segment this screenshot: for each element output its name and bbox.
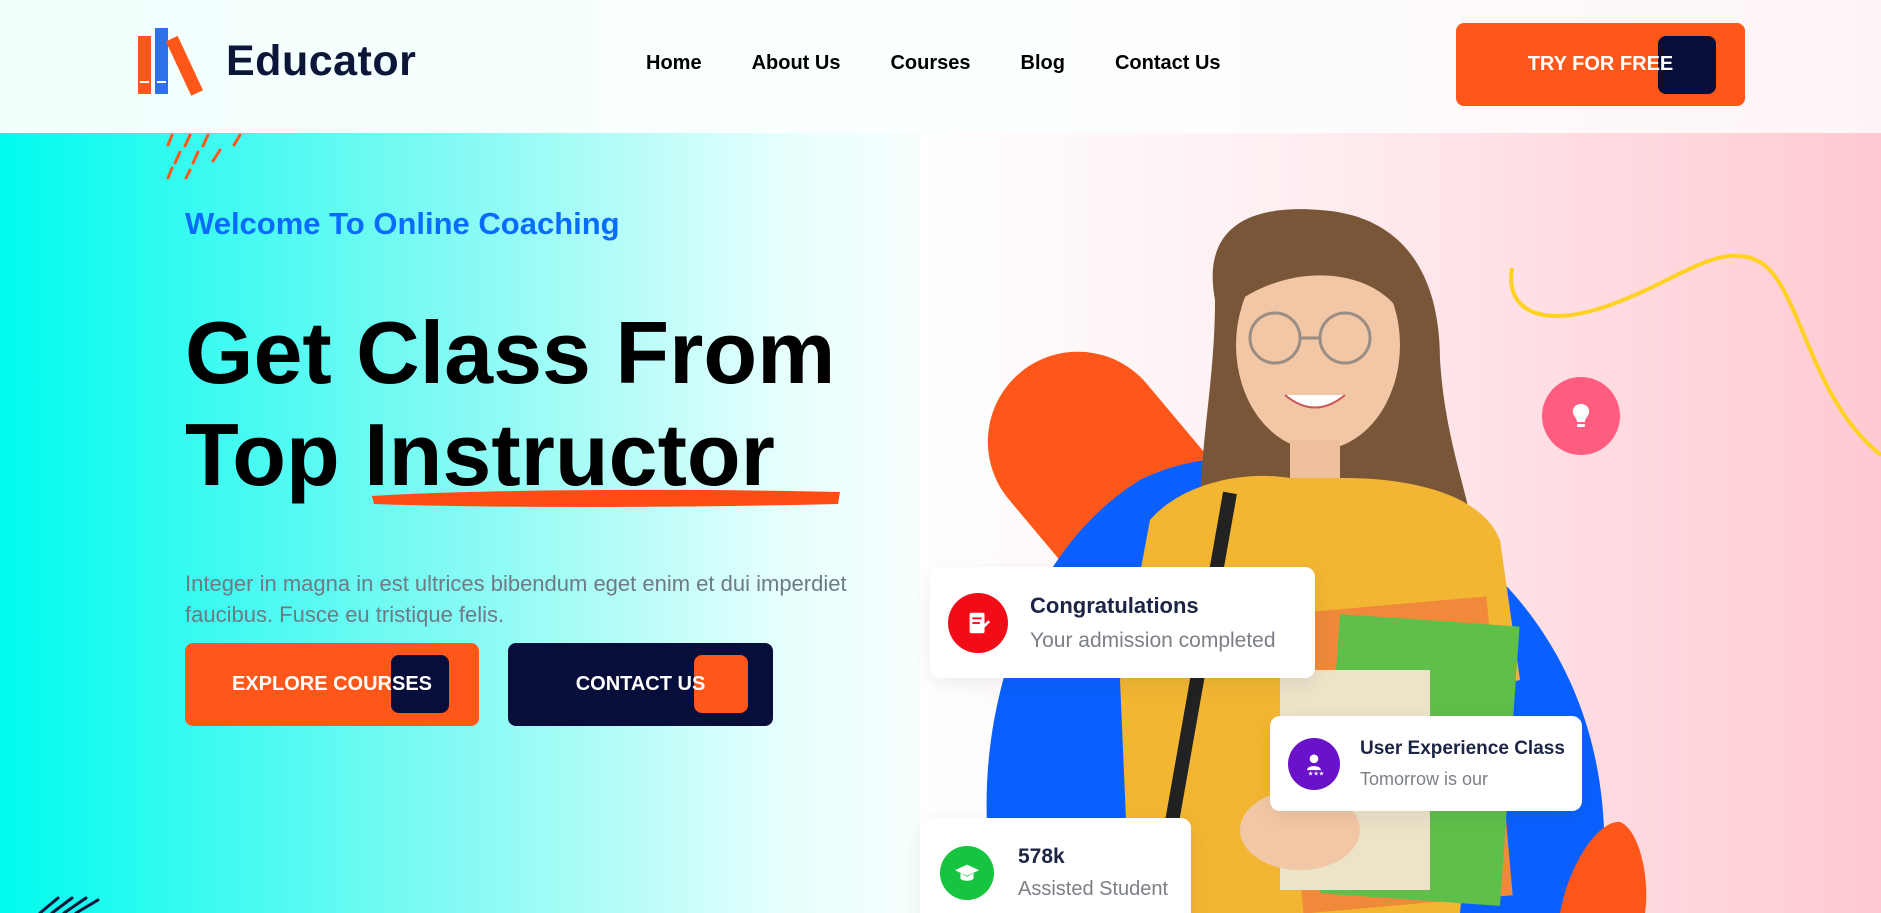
hero-description: Integer in magna in est ultrices bibendu… bbox=[185, 571, 847, 627]
nav-contact-us[interactable]: Contact Us bbox=[1115, 52, 1221, 75]
welcome-subtitle: Welcome To Online Coaching bbox=[185, 206, 620, 241]
nav-courses[interactable]: Courses bbox=[890, 52, 970, 75]
congratulations-card: Congratulations Your admission completed bbox=[930, 567, 1315, 678]
explore-courses-button[interactable]: EXPLORE COURSES bbox=[185, 643, 479, 726]
nav-about-us[interactable]: About Us bbox=[752, 52, 841, 75]
card-subtitle: Your admission completed bbox=[1030, 628, 1276, 652]
hero-title: Get Class From Top Instructor bbox=[185, 302, 835, 506]
svg-text:★★★: ★★★ bbox=[1308, 770, 1325, 777]
brush-underline bbox=[372, 489, 840, 507]
ux-class-card: ★★★ User Experience Class Tomorrow is ou… bbox=[1270, 716, 1582, 811]
assisted-students-card: 578k Assisted Student bbox=[920, 818, 1191, 913]
brand-name: Educator bbox=[226, 36, 417, 85]
hero-title-line1: Get Class From bbox=[185, 303, 836, 402]
nav-home[interactable]: Home bbox=[646, 52, 702, 75]
user-rating-icon: ★★★ bbox=[1288, 737, 1340, 790]
graduation-cap-icon bbox=[940, 846, 994, 900]
try-for-free-label: TRY FOR FREE bbox=[1527, 53, 1674, 75]
student-count: 578k bbox=[1018, 845, 1065, 868]
books-logo-icon bbox=[138, 28, 204, 96]
card-subtitle: Assisted Student bbox=[1018, 878, 1169, 900]
lightbulb-badge bbox=[1542, 377, 1620, 455]
card-subtitle: Tomorrow is our bbox=[1360, 768, 1489, 789]
main-navigation: Home About Us Courses Blog Contact Us bbox=[646, 52, 1221, 75]
certificate-icon bbox=[948, 592, 1008, 653]
lightbulb-icon bbox=[1572, 404, 1590, 427]
contact-us-button[interactable]: CONTACT US bbox=[508, 643, 773, 726]
card-title: Congratulations bbox=[1030, 592, 1199, 618]
explore-courses-label: EXPLORE COURSES bbox=[231, 673, 433, 695]
contact-us-label: CONTACT US bbox=[575, 673, 706, 695]
brand-logo[interactable]: Educator bbox=[136, 26, 416, 96]
card-title: User Experience Class bbox=[1360, 737, 1565, 759]
nav-blog[interactable]: Blog bbox=[1021, 52, 1065, 75]
try-for-free-button[interactable]: TRY FOR FREE bbox=[1456, 23, 1745, 106]
